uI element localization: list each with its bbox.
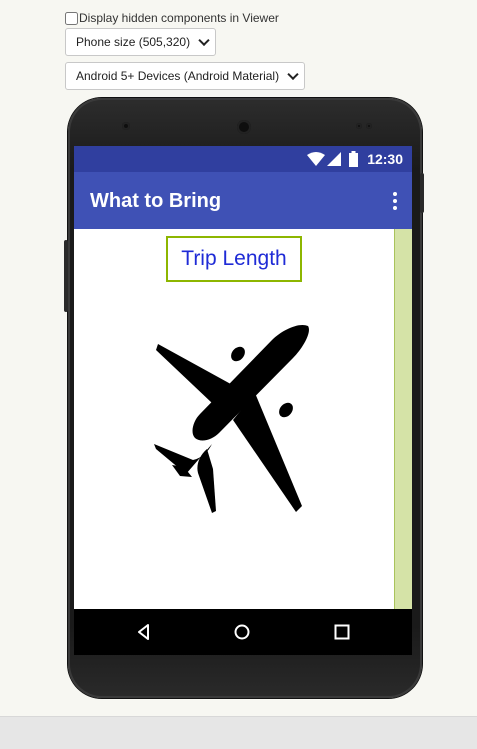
app-bar: What to Bring [74,172,412,229]
phone-size-value: Phone size (505,320) [76,35,191,49]
phone-screen: 12:30 What to Bring Trip Length [74,146,412,655]
nav-bar [74,609,412,655]
page-footer-band [0,716,477,749]
overflow-menu-icon[interactable] [392,192,398,210]
screen-content: Trip Length [74,229,412,609]
hidden-components-row[interactable]: Display hidden components in Viewer [65,10,279,26]
trip-length-button[interactable]: Trip Length [166,236,302,282]
phone-sensor-icon [122,122,130,130]
status-bar: 12:30 [74,146,412,172]
phone-sensor-icon [356,123,362,129]
home-icon[interactable] [232,622,252,642]
recents-icon[interactable] [332,622,352,642]
device-theme-select[interactable]: Android 5+ Devices (Android Material) [65,62,305,90]
back-icon[interactable] [134,622,154,642]
hidden-components-label: Display hidden components in Viewer [79,11,279,25]
app-title: What to Bring [90,190,222,212]
wifi-icon [307,152,325,166]
viewer-controls: Display hidden components in Viewer [65,10,279,26]
hidden-components-checkbox[interactable] [65,11,78,25]
scrollbar-strip[interactable] [394,229,412,609]
signal-icon [327,152,341,166]
chevron-down-icon [287,68,299,81]
phone-size-select[interactable]: Phone size (505,320) [65,28,216,56]
chevron-down-icon [198,34,210,47]
status-time: 12:30 [367,151,403,167]
phone-power-button [420,173,424,213]
phone-sensor-icon [366,123,372,129]
phone-volume-button [64,240,68,312]
airplane-icon [154,324,309,513]
battery-icon [349,151,358,167]
device-theme-value: Android 5+ Devices (Android Material) [76,69,280,83]
phone-camera-icon [237,120,251,134]
